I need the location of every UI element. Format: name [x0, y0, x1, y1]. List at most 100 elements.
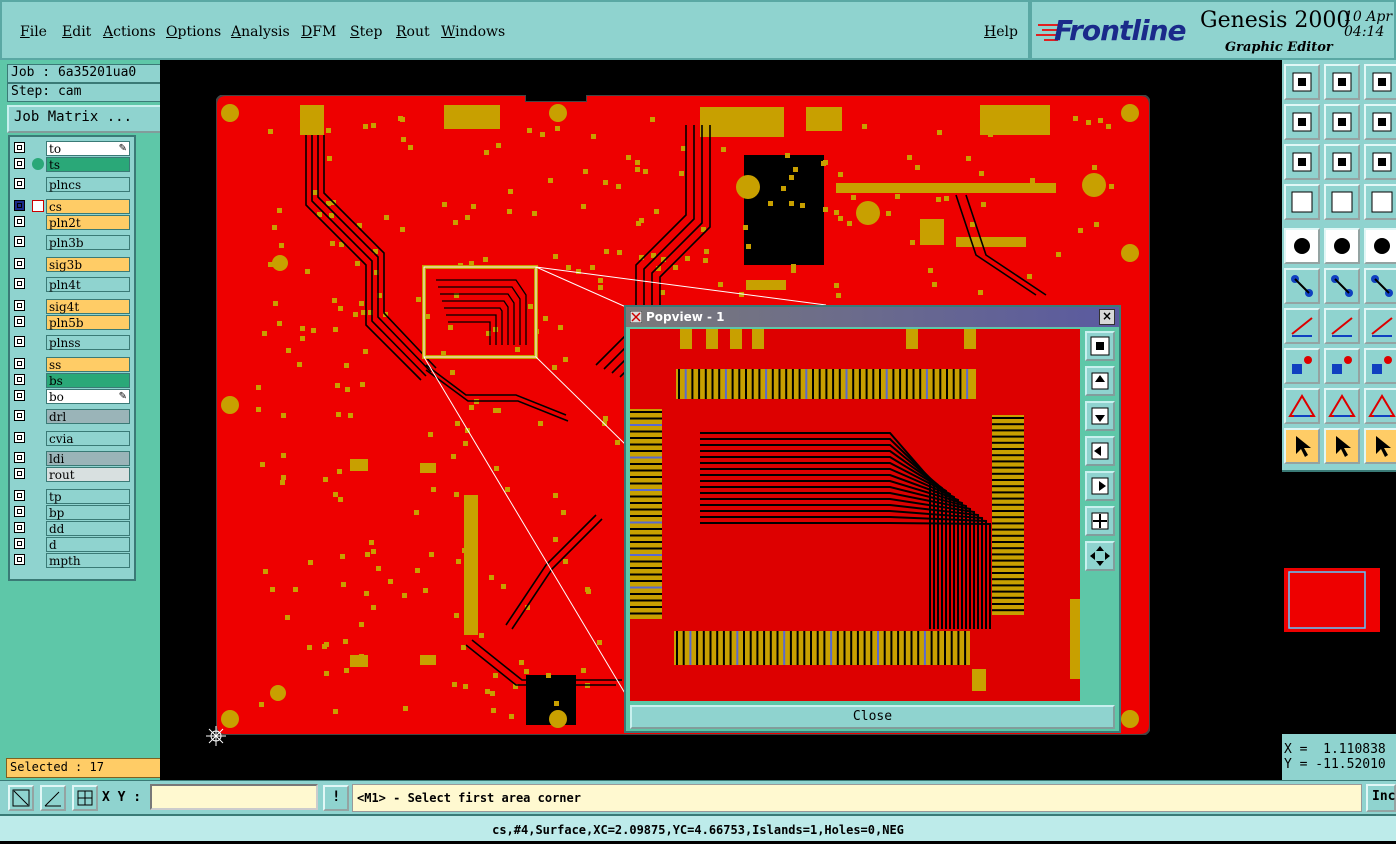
tool-fit-all-button[interactable] [1324, 144, 1360, 180]
layer-row-tp[interactable]: tp [12, 489, 130, 504]
tool-select-mode-button[interactable] [1324, 228, 1360, 264]
menu-analysis[interactable]: Analysis [231, 24, 290, 40]
popview-zoom-out-button[interactable] [1085, 541, 1115, 571]
layer-row-to[interactable]: to ✎ [12, 141, 130, 156]
menu-actions[interactable]: Actions [103, 24, 156, 40]
layer-row-d[interactable]: d [12, 537, 130, 552]
tool-snap-button[interactable] [1364, 184, 1396, 220]
layer-checkbox[interactable] [14, 258, 25, 269]
tool-connect-button[interactable] [1284, 268, 1320, 304]
layer-checkbox[interactable] [14, 410, 25, 421]
layer-row-pln4t[interactable]: pln4t [12, 277, 130, 292]
layer-row-ts[interactable]: ts [12, 157, 130, 172]
layer-checkbox[interactable] [14, 178, 25, 189]
popview-pan-up-button[interactable] [1085, 366, 1115, 396]
layer-row-bs[interactable]: bs [12, 373, 130, 388]
popview-zoom-window-button[interactable] [1085, 331, 1115, 361]
layer-name[interactable]: pln2t [46, 215, 130, 230]
layer-row-cvia[interactable]: cvia [12, 431, 130, 446]
layer-row-ldi[interactable]: ldi [12, 451, 130, 466]
inc-button[interactable]: Inc [1366, 784, 1396, 812]
layer-row-drl[interactable]: drl [12, 409, 130, 424]
layer-name[interactable]: d [46, 537, 130, 552]
layer-checkbox[interactable] [14, 358, 25, 369]
layer-checkbox[interactable] [14, 316, 25, 327]
tool-home-up-button[interactable] [1284, 64, 1320, 100]
layer-name[interactable]: bs [46, 373, 130, 388]
tool-delete-button[interactable] [1324, 268, 1360, 304]
layer-name[interactable]: bp [46, 505, 130, 520]
layer-row-sig3b[interactable]: sig3b [12, 257, 130, 272]
overview-map[interactable] [1282, 470, 1396, 734]
xy-coordinate-input[interactable] [150, 784, 318, 810]
layer-row-pln5b[interactable]: pln5b [12, 315, 130, 330]
layer-name[interactable]: cs [46, 199, 130, 214]
menu-windows[interactable]: Windows [441, 24, 505, 40]
layer-row-plnss[interactable]: plnss [12, 335, 130, 350]
layer-name[interactable]: mpth [46, 553, 130, 568]
tool-arc-button[interactable] [1364, 308, 1396, 344]
layer-row-sig4t[interactable]: sig4t [12, 299, 130, 314]
tool-pan-right-button[interactable] [1324, 104, 1360, 140]
tool-grid-button[interactable] [1324, 184, 1360, 220]
layer-name[interactable]: tp [46, 489, 130, 504]
layer-row-dd[interactable]: dd [12, 521, 130, 536]
tool-home-down-button[interactable] [1324, 64, 1360, 100]
layer-checkbox[interactable] [14, 538, 25, 549]
layer-checkbox[interactable] [14, 236, 25, 247]
layer-row-cs[interactable]: cs [12, 199, 130, 214]
popview-close-button[interactable]: Close [630, 705, 1115, 729]
layer-checkbox[interactable] [14, 452, 25, 463]
tool-pad-add-button[interactable] [1284, 348, 1320, 384]
layer-name[interactable]: cvia [46, 431, 130, 446]
layer-name[interactable]: ss [46, 357, 130, 372]
tool-line-add-button[interactable] [1284, 308, 1320, 344]
layer-name[interactable]: pln3b [46, 235, 130, 250]
layer-checkbox[interactable] [14, 432, 25, 443]
layer-name[interactable]: rout [46, 467, 130, 482]
menu-rout[interactable]: Rout [396, 24, 430, 40]
tool-route-button[interactable] [1364, 268, 1396, 304]
menu-edit[interactable]: Edit [62, 24, 91, 40]
layer-checkbox[interactable] [14, 158, 25, 169]
grid-button[interactable] [72, 785, 98, 811]
layer-name[interactable]: sig3b [46, 257, 130, 272]
layer-checkbox[interactable] [14, 468, 25, 479]
layer-row-pln2t[interactable]: pln2t [12, 215, 130, 230]
layer-name[interactable]: pln5b [46, 315, 130, 330]
measure-button[interactable] [40, 785, 66, 811]
tool-home-button[interactable] [1364, 64, 1396, 100]
layer-checkbox[interactable] [14, 522, 25, 533]
layer-name[interactable]: pln4t [46, 277, 130, 292]
popview-titlebar[interactable]: Popview - 1 × [626, 307, 1119, 327]
layer-checkbox[interactable] [14, 490, 25, 501]
popview-zoom-in-button[interactable] [1085, 506, 1115, 536]
tool-triangle-add-button[interactable] [1284, 388, 1320, 424]
layer-row-pln3b[interactable]: pln3b [12, 235, 130, 250]
tool-tools-button[interactable] [1284, 184, 1320, 220]
tool-pointer-box-button[interactable] [1324, 428, 1360, 464]
layer-checkbox[interactable] [14, 300, 25, 311]
tool-fit-width-button[interactable] [1284, 144, 1320, 180]
layer-name[interactable]: ldi [46, 451, 130, 466]
layer-checkbox[interactable] [14, 506, 25, 517]
layer-row-bo[interactable]: bo ✎ [12, 389, 130, 404]
layer-name[interactable]: drl [46, 409, 130, 424]
popview-close-x-button[interactable]: × [1099, 309, 1115, 325]
popview-pan-right-button[interactable] [1085, 471, 1115, 501]
layer-name[interactable]: plncs [46, 177, 130, 192]
job-matrix-button[interactable]: Job Matrix ... [7, 105, 164, 133]
layer-row-ss[interactable]: ss [12, 357, 130, 372]
tool-pointer-button[interactable] [1284, 428, 1320, 464]
popview-pan-down-button[interactable] [1085, 401, 1115, 431]
zoom-fit-button[interactable] [8, 785, 34, 811]
layer-name[interactable]: sig4t [46, 299, 130, 314]
layer-row-mpth[interactable]: mpth [12, 553, 130, 568]
layer-row-plncs[interactable]: plncs [12, 177, 130, 192]
window-menu-icon[interactable] [630, 311, 642, 323]
layer-checkbox[interactable] [14, 216, 25, 227]
tool-fill-button[interactable] [1284, 228, 1320, 264]
tool-pointer-move-button[interactable] [1364, 428, 1396, 464]
layer-checkbox[interactable] [14, 142, 25, 153]
layer-checkbox[interactable] [14, 336, 25, 347]
